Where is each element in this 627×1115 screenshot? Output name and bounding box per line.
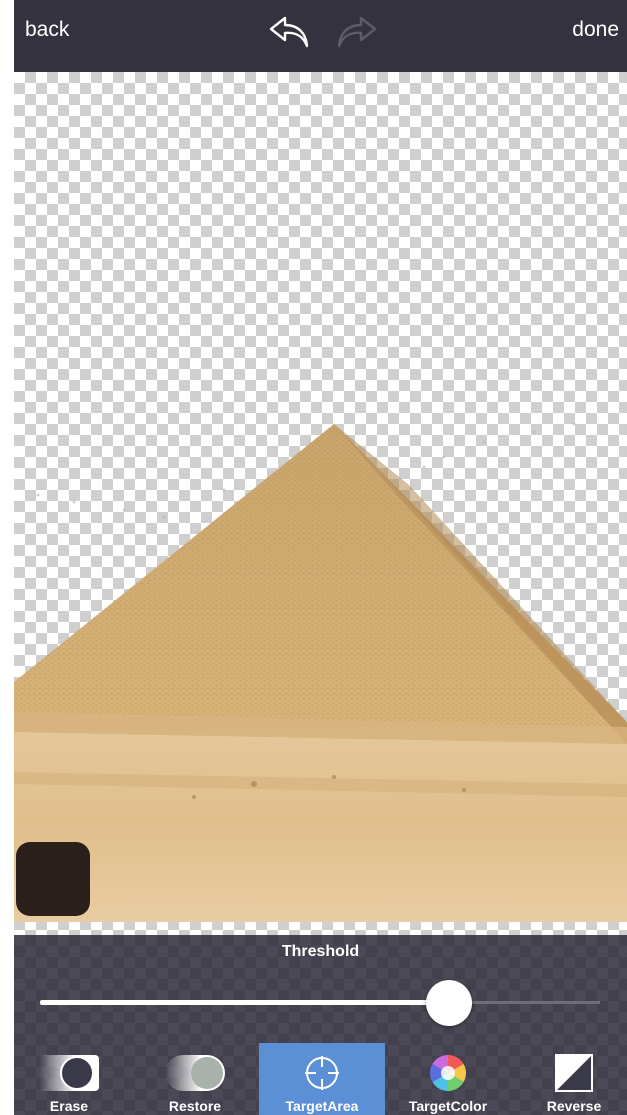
threshold-slider[interactable] — [40, 980, 600, 1026]
restore-tool-button[interactable]: Restore — [132, 1043, 258, 1115]
slider-fill — [40, 1000, 449, 1005]
reverse-label: Reverse — [546, 1098, 602, 1114]
target-area-label: TargetArea — [285, 1098, 359, 1114]
erase-tool-button[interactable]: Erase — [14, 1043, 132, 1115]
brush-preview-swatch[interactable] — [16, 842, 90, 916]
bottom-toolbar: Erase Restore TargetArea TargetColor Rev… — [14, 1043, 627, 1115]
pyramid-photo — [14, 422, 627, 922]
target-color-label: TargetColor — [408, 1098, 488, 1114]
reverse-tool-button[interactable]: Reverse — [511, 1043, 627, 1115]
tool-panel: Threshold Erase Restore TargetArea Targe… — [14, 935, 627, 1115]
target-color-tool-button[interactable]: TargetColor — [385, 1043, 511, 1115]
color-wheel-icon — [429, 1055, 467, 1091]
restore-icon — [165, 1055, 225, 1091]
back-button[interactable]: back — [25, 18, 69, 42]
redo-icon[interactable] — [333, 12, 381, 52]
reverse-icon — [555, 1054, 593, 1092]
threshold-label: Threshold — [281, 943, 360, 960]
erase-icon — [39, 1055, 99, 1091]
restore-label: Restore — [168, 1098, 222, 1114]
target-area-tool-button[interactable]: TargetArea — [259, 1043, 385, 1115]
erase-label: Erase — [49, 1098, 89, 1114]
editing-canvas[interactable] — [14, 72, 627, 935]
undo-icon[interactable] — [265, 12, 313, 52]
slider-thumb[interactable] — [425, 980, 472, 1026]
top-bar: back done — [14, 0, 627, 72]
crosshair-icon — [305, 1056, 339, 1090]
editor-screen: back done Threshold Erase Restore Target… — [14, 0, 627, 1115]
done-button[interactable]: done — [572, 18, 619, 42]
